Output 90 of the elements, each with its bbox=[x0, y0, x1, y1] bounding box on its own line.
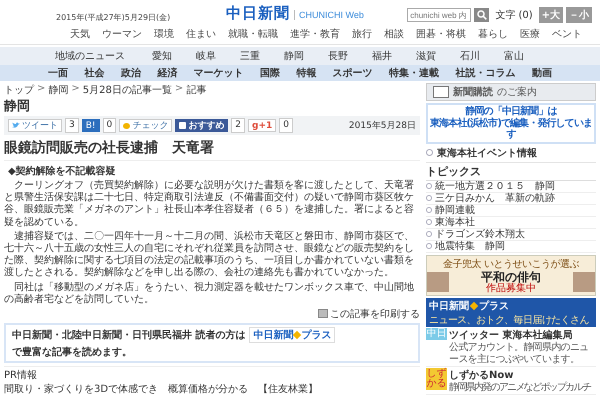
category-link[interactable]: 社会 bbox=[84, 66, 105, 80]
region-link[interactable]: 愛知 bbox=[140, 48, 184, 64]
nav-link[interactable]: 相談 bbox=[384, 27, 404, 41]
haiku-banner[interactable]: 金子兜太 いとうせいこうが選ぶ 平和の俳句 作品募集中 bbox=[426, 254, 596, 296]
nav-link[interactable]: 医療 bbox=[520, 27, 540, 41]
region-link[interactable]: 三重 bbox=[228, 48, 272, 64]
search-field[interactable]: chunichi web 内 bbox=[407, 8, 472, 22]
font-size-label: 文字 (0) bbox=[495, 8, 533, 22]
share-count: 3 bbox=[65, 118, 79, 133]
shizukaru-logo-icon[interactable]: しずかる bbox=[426, 368, 447, 390]
region-link[interactable]: 岐阜 bbox=[184, 48, 228, 64]
pr-link[interactable]: 間取り・家づくりを3Dで体感でき 概算価格が分かる 【住友林業】 bbox=[4, 382, 420, 396]
site-logo[interactable]: 中日新聞 CHUNICHI Web bbox=[226, 4, 364, 23]
breadcrumb-link[interactable]: 静岡 bbox=[48, 83, 68, 97]
promo-text: で豊富な記事を読めます。 bbox=[12, 345, 132, 359]
notice-text: 静岡の「中日新聞」は bbox=[464, 106, 558, 117]
topic-link[interactable]: 静岡連載 bbox=[426, 204, 596, 216]
banner-logo: 中日新聞 bbox=[429, 299, 469, 312]
region-link[interactable]: 静岡 bbox=[272, 48, 316, 64]
category-link[interactable]: 動画 bbox=[532, 66, 552, 80]
share-count: 0 bbox=[279, 118, 293, 133]
banner-subtitle: 作品募集中 bbox=[486, 284, 536, 294]
breadcrumb-link[interactable]: 記事 bbox=[186, 83, 206, 97]
topic-link[interactable]: 統一地方選２０１５ 静岡 bbox=[426, 180, 596, 192]
nav-link[interactable]: 暮らし bbox=[478, 27, 508, 41]
gplus-button[interactable]: g+1 bbox=[248, 119, 276, 132]
topic-link[interactable]: ドラゴンズ鈴木翔太 bbox=[426, 228, 596, 240]
hatena-button[interactable]: B! bbox=[82, 119, 100, 132]
feature-description: 公式アカウント。静岡県内のニュースを主につぶやいています。 bbox=[449, 342, 590, 366]
print-link[interactable]: この記事を印刷する bbox=[318, 306, 420, 321]
section-title: 静岡 bbox=[4, 98, 31, 115]
breadcrumb-separator: > bbox=[37, 83, 46, 96]
subscribe-banner[interactable]: 新聞購読 のご案内 bbox=[426, 83, 596, 101]
feature-title[interactable]: ツイッター 東海本社編集局 bbox=[449, 328, 596, 342]
nav-link[interactable]: 囲碁・将棋 bbox=[416, 27, 466, 41]
nav-link[interactable]: 旅行 bbox=[352, 27, 372, 41]
category-link[interactable]: 特集・連載 bbox=[389, 66, 440, 80]
banner-logo: プラス bbox=[479, 299, 509, 312]
topic-link[interactable]: 地震特集 静岡 bbox=[426, 240, 596, 252]
region-link[interactable]: 石川 bbox=[448, 48, 492, 64]
tweet-button[interactable]: ツイート bbox=[8, 119, 62, 132]
article-paragraph: クーリングオフ（売買契約解除）に必要な説明が欠けた書類を客に渡したとして、天竜署と県警生活保安課は二十七日、特定商取引法違反（不備書面交付）の疑いで静岡市葵区牧ケ谷、眼鏡販売業「メガネのアント」社長山本孝住容疑者（６５）を逮捕した。署によると容疑を認めている。 bbox=[4, 180, 415, 229]
category-link[interactable]: 経済 bbox=[157, 66, 178, 80]
category-link[interactable]: 国際 bbox=[260, 66, 280, 80]
feature-description: 静岡県内発のアニメなどポップカルチ bbox=[449, 382, 590, 394]
region-link[interactable]: 福井 bbox=[360, 48, 404, 64]
breadcrumb-separator: > bbox=[71, 83, 80, 96]
promo-text: 中日新聞・北陸中日新聞・日刊県民福井 読者の方は bbox=[12, 328, 246, 342]
nav-link[interactable]: 天気 bbox=[70, 27, 90, 41]
article-paragraph: 同社は「移動型のメガネ店」をうたい、視力測定器を載せたワンボックス車で、中山間地の高齢者宅などを訪問していた。 bbox=[4, 282, 415, 306]
breadcrumb-link[interactable]: トップ bbox=[4, 83, 34, 97]
region-link[interactable]: 富山 bbox=[492, 48, 536, 64]
plus-logo-link[interactable]: 中日新聞 プラス bbox=[249, 326, 336, 343]
nav-link[interactable]: 就職・転職 bbox=[228, 27, 278, 41]
date-text: 2015年(平成27年)5月29日(金) bbox=[56, 12, 172, 23]
nav-link[interactable]: ウーマン bbox=[102, 27, 142, 41]
banner-title: 平和の俳句 bbox=[481, 270, 541, 282]
banner-caption: 金子兜太 いとうせいこうが選ぶ bbox=[442, 258, 580, 270]
region-link[interactable]: 滋賀 bbox=[404, 48, 448, 64]
nav-link[interactable]: ベント bbox=[552, 27, 582, 41]
category-link[interactable]: 一面 bbox=[48, 66, 68, 80]
region-link[interactable]: 長野 bbox=[316, 48, 360, 64]
article-headline: 眼鏡訪問販売の社長逮捕 天竜署 bbox=[4, 139, 420, 161]
category-link[interactable]: 政治 bbox=[120, 66, 141, 80]
plus-banner[interactable]: 中日新聞 プラス ニュース、おトク、毎日届けたくさん bbox=[426, 298, 596, 326]
category-link[interactable]: スポーツ bbox=[332, 66, 373, 80]
category-link[interactable]: 特報 bbox=[296, 66, 316, 80]
nav-link[interactable]: 住まい bbox=[186, 27, 216, 41]
article-paragraph: 逮捕容疑では、二〇一四年十一月～十二月の間、浜松市天竜区と磐田市、静岡市葵区で、七十六～八十五歳の女性三人の自宅にそれぞれ従業員を訪問させ、眼鏡などの販売契約をした際、契約解除に関する七項目の法定の記載事項のうち、一項目しか書かれていない書類を渡したとされる。契約解除などを申し出る際の、会社の連絡先も書かれていなかった。 bbox=[4, 230, 415, 280]
share-count: 0 bbox=[102, 118, 116, 133]
share-count: 2 bbox=[231, 118, 245, 133]
check-button[interactable]: チェック bbox=[119, 119, 172, 132]
feature-title[interactable]: しずかるNow bbox=[449, 368, 590, 382]
facebook-button[interactable]: おすすめ bbox=[175, 119, 228, 132]
nav-link[interactable]: 進学・教育 bbox=[290, 27, 340, 41]
category-link[interactable]: マーケット bbox=[194, 66, 244, 80]
breadcrumb-link[interactable]: 5月28日の記事一覧 bbox=[82, 83, 172, 97]
article-subheading: ◆契約解除を不記載容疑 bbox=[8, 164, 117, 178]
nav-link[interactable]: 環境 bbox=[154, 27, 174, 41]
article-date: 2015年5月28日 bbox=[348, 120, 416, 132]
category-link[interactable]: 社説・コラム bbox=[455, 66, 516, 80]
topic-link[interactable]: 東海本社 bbox=[426, 216, 596, 228]
event-link[interactable]: 東海本社イベント情報 bbox=[426, 144, 596, 162]
topics-heading: トピックス bbox=[426, 162, 596, 180]
banner-tagline: ニュース、おトク、毎日届けたくさん bbox=[429, 314, 589, 326]
topic-link[interactable]: 三ケ日みかん 革新の軌跡 bbox=[426, 192, 596, 204]
breadcrumb-separator: > bbox=[174, 83, 184, 96]
notice-text: 東海本社(浜松市)で編集・発行しています bbox=[429, 118, 593, 140]
region-nav-label: 地域のニュース bbox=[55, 50, 126, 63]
pr-heading: PR情報 bbox=[4, 366, 420, 382]
